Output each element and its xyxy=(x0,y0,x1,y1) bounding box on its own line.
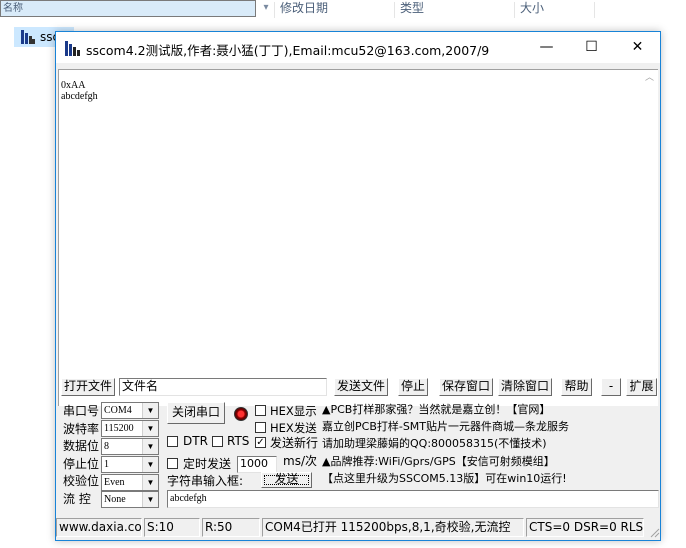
flow-control-value: None xyxy=(104,494,126,505)
sscom-window: sscom4.2测试版,作者:聂小猛(丁丁),Email:mcu52@163.c… xyxy=(55,31,661,541)
status-bar: www.daxia.cor S:10 R:50 COM4已打开 115200bp… xyxy=(56,516,660,538)
baud-select[interactable]: 115200 ▼ xyxy=(101,420,159,437)
vertical-scrollbar[interactable]: ︿ ﹀ xyxy=(641,70,658,405)
save-window-button[interactable]: 保存窗口 xyxy=(439,378,493,396)
hex-send-checkbox[interactable] xyxy=(255,422,266,433)
port-label: 串口号 xyxy=(63,404,100,418)
open-file-button[interactable]: 打开文件 xyxy=(61,378,115,396)
info-line[interactable]: ▲PCB打样那家强？当然就是嘉立创！【官网】 xyxy=(322,403,550,417)
status-website[interactable]: www.daxia.cor xyxy=(56,518,142,537)
column-modified[interactable]: 修改日期 xyxy=(274,0,394,22)
column-size-label: 大小 xyxy=(520,1,545,15)
maximize-button[interactable]: ☐ xyxy=(569,32,614,63)
baud-label: 波特率 xyxy=(63,422,100,436)
info-line[interactable]: 请加助理梁藤娟的QQ:800058315(不懂技术) xyxy=(322,437,547,451)
data-bits-label: 数据位 xyxy=(63,439,100,453)
stop-bits-label: 停止位 xyxy=(63,457,100,471)
stop-bits-select[interactable]: 1 ▼ xyxy=(101,456,159,473)
send-newline-checkbox[interactable]: ✓ xyxy=(255,437,266,448)
chevron-down-icon[interactable]: ▼ xyxy=(142,492,158,507)
help-button[interactable]: 帮助 xyxy=(561,378,592,396)
send-input[interactable]: abcdefgh xyxy=(167,490,659,508)
chevron-down-icon[interactable]: ▾ xyxy=(258,0,274,18)
chevron-down-icon[interactable]: ▼ xyxy=(142,421,158,436)
filename-input[interactable]: 文件名 xyxy=(119,378,327,396)
receive-line: abcdefgh xyxy=(61,91,98,102)
resize-grip-icon[interactable] xyxy=(648,526,660,538)
baud-value: 115200 xyxy=(104,423,134,434)
port-select[interactable]: COM4 ▼ xyxy=(101,402,159,419)
send-newline-label: 发送新行 xyxy=(270,436,319,450)
status-port-state: COM4已打开 115200bps,8,1,奇校验,无流控 xyxy=(262,518,524,537)
parity-value: Even xyxy=(104,477,125,488)
parity-label: 校验位 xyxy=(63,474,100,488)
column-modified-label: 修改日期 xyxy=(280,1,329,15)
send-button[interactable]: 发送 xyxy=(261,472,312,488)
hex-send-label: HEX发送 xyxy=(270,421,317,435)
rts-label: RTS xyxy=(227,434,250,448)
timed-send-checkbox[interactable] xyxy=(167,458,178,469)
column-divider xyxy=(594,2,595,18)
expand-button[interactable]: 扩展 xyxy=(626,378,657,396)
close-button[interactable]: ✕ xyxy=(615,32,660,63)
chevron-down-icon[interactable]: ▼ xyxy=(142,457,158,472)
close-port-button[interactable]: 关闭串口 xyxy=(167,402,225,424)
info-line[interactable]: 【点这里升级为SSCOM5.13版】可在win10运行! xyxy=(322,472,567,486)
title-bar[interactable]: sscom4.2测试版,作者:聂小猛(丁丁),Email:mcu52@163.c… xyxy=(56,32,660,63)
rts-checkbox[interactable] xyxy=(212,436,223,447)
sscom-app-icon xyxy=(65,41,80,56)
column-size[interactable]: 大小 xyxy=(514,0,594,22)
chevron-down-icon[interactable]: ▼ xyxy=(142,403,158,418)
receive-line: 0xAA xyxy=(61,80,86,91)
dtr-checkbox[interactable] xyxy=(167,436,178,447)
parity-select[interactable]: Even ▼ xyxy=(101,474,159,491)
column-name[interactable]: 名称 xyxy=(0,0,256,17)
collapse-button[interactable]: - xyxy=(601,378,621,396)
sscom-app-icon xyxy=(21,30,35,44)
info-line[interactable]: ▲品牌推荐:WiFi/Gprs/GPS【安信可射频模组】 xyxy=(322,455,555,469)
dtr-label: DTR xyxy=(183,434,208,448)
interval-input[interactable]: 1000 xyxy=(237,456,277,473)
column-type[interactable]: 类型 xyxy=(394,0,514,22)
explorer-header: 名称 ▾ 修改日期 类型 大小 xyxy=(0,0,686,22)
status-line-signals: CTS=0 DSR=0 RLSD xyxy=(526,518,644,537)
data-bits-select[interactable]: 8 ▼ xyxy=(101,438,159,455)
status-sent-count: S:10 xyxy=(144,518,200,537)
port-value: COM4 xyxy=(104,405,132,416)
info-line[interactable]: 嘉立创PCB打样-SMT贴片一元器件商城—条龙服务 xyxy=(322,420,569,434)
interval-unit: ms/次 xyxy=(283,454,317,468)
timed-send-label: 定时发送 xyxy=(183,457,232,471)
minimize-button[interactable]: — xyxy=(524,32,569,63)
send-file-button[interactable]: 发送文件 xyxy=(334,378,388,396)
hex-display-checkbox[interactable] xyxy=(255,405,266,416)
column-name-label: 名称 xyxy=(3,3,23,14)
window-title: sscom4.2测试版,作者:聂小猛(丁丁),Email:mcu52@163.c… xyxy=(86,43,490,58)
flow-control-label: 流 控 xyxy=(63,492,91,506)
port-status-indicator-icon xyxy=(234,407,248,421)
stop-button[interactable]: 停止 xyxy=(398,378,428,396)
string-input-label: 字符串输入框: xyxy=(167,474,244,488)
column-type-label: 类型 xyxy=(400,1,425,15)
status-received-count: R:50 xyxy=(202,518,260,537)
receive-area[interactable]: 0xAA abcdefgh ︿ ﹀ xyxy=(58,69,658,406)
data-bits-value: 8 xyxy=(104,441,109,452)
chevron-down-icon[interactable]: ▼ xyxy=(142,475,158,490)
scroll-up-icon[interactable]: ︿ xyxy=(645,73,654,82)
flow-control-select[interactable]: None ▼ xyxy=(101,491,159,508)
clear-window-button[interactable]: 清除窗口 xyxy=(498,378,552,396)
chevron-down-icon[interactable]: ▼ xyxy=(142,439,158,454)
stop-bits-value: 1 xyxy=(104,459,109,470)
hex-display-label: HEX显示 xyxy=(270,404,317,418)
